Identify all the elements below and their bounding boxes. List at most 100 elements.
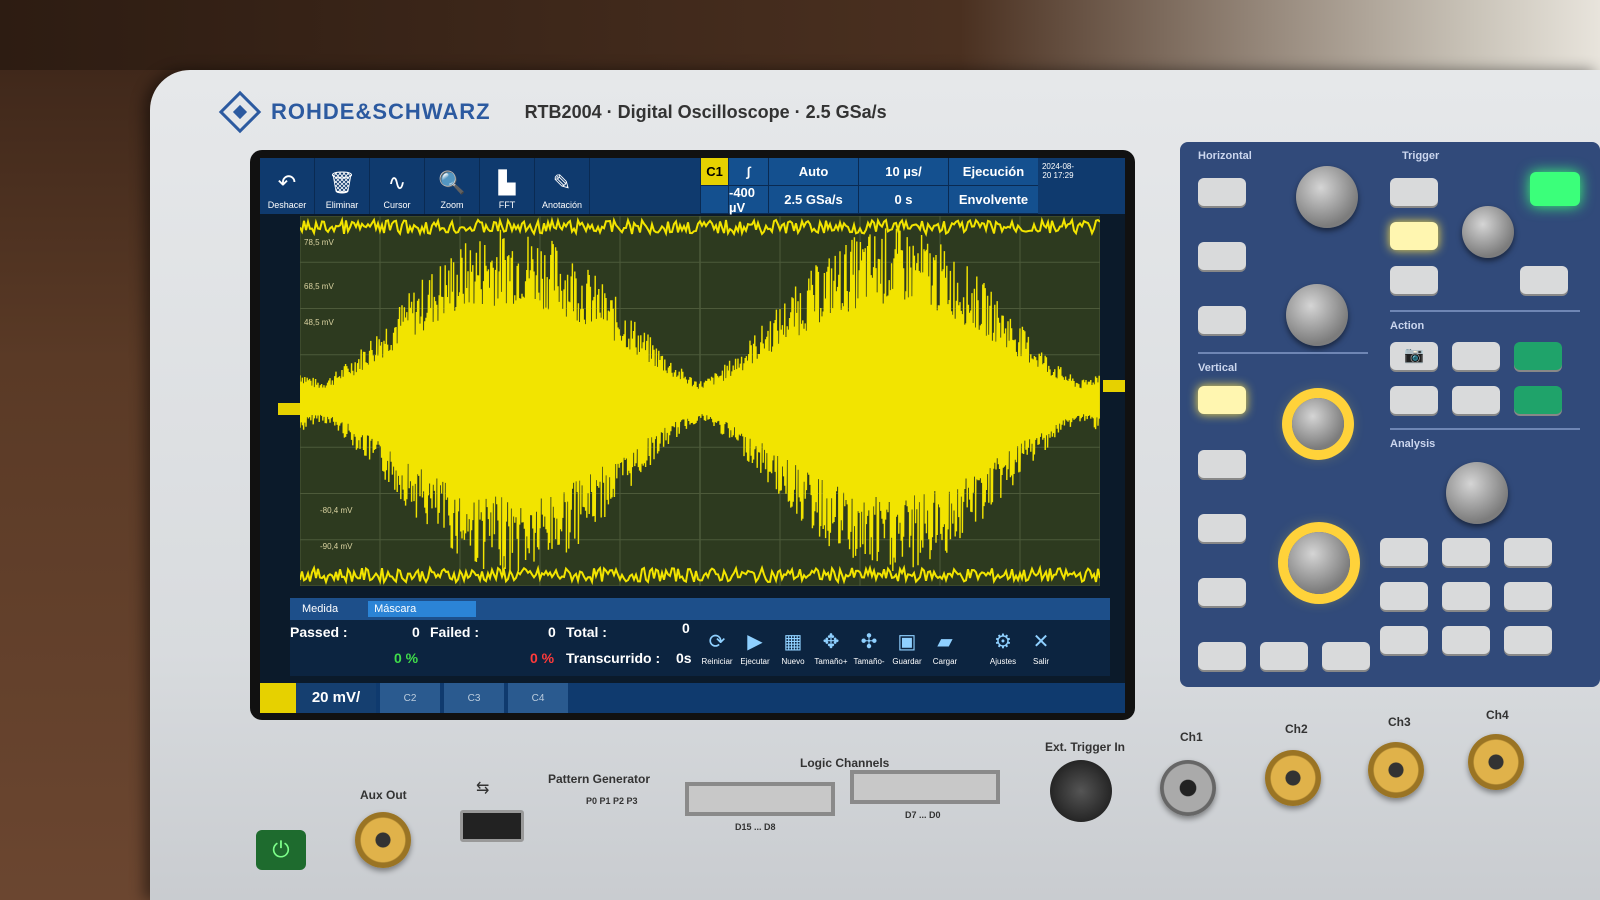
- horizontal-scale-knob[interactable]: [1286, 284, 1348, 346]
- action-key-6[interactable]: [1514, 386, 1562, 414]
- trigger-level-knob[interactable]: [1462, 206, 1514, 258]
- analysis-key-1[interactable]: [1380, 538, 1428, 566]
- ch2-key[interactable]: [1198, 450, 1246, 478]
- pattern-generator-label: Pattern Generator: [548, 772, 651, 786]
- ch1-key[interactable]: [1198, 386, 1246, 414]
- horizontal-key-2[interactable]: [1198, 242, 1246, 270]
- trigger-mode-key[interactable]: [1390, 222, 1438, 250]
- cursor-icon: ∿: [387, 170, 407, 195]
- analysis-knob[interactable]: [1446, 462, 1508, 524]
- run-stop-key[interactable]: [1530, 172, 1580, 206]
- zoom-icon: 🔍: [438, 170, 466, 195]
- touch-lock-key[interactable]: [1390, 386, 1438, 414]
- analysis-key-5[interactable]: [1442, 582, 1490, 610]
- ref-key[interactable]: [1260, 642, 1308, 670]
- logic-connector-b[interactable]: [850, 770, 1000, 804]
- generator-key[interactable]: [1442, 626, 1490, 654]
- logic-connector-a[interactable]: [685, 782, 835, 816]
- position-knob[interactable]: [1296, 166, 1358, 228]
- background-wall: [0, 0, 1600, 70]
- elapsed-value: 0s: [676, 650, 692, 666]
- timebase[interactable]: 10 µs/: [858, 158, 948, 186]
- ch3-key[interactable]: [1198, 514, 1246, 542]
- ch1-connector[interactable]: [1160, 760, 1216, 816]
- delete-button[interactable]: 🗑 Eliminar: [315, 158, 370, 214]
- waveform-plot: [300, 216, 1100, 586]
- power-button[interactable]: ⏻: [256, 830, 306, 870]
- zoom-button[interactable]: 🔍 Zoom: [425, 158, 480, 214]
- logic-key[interactable]: [1198, 642, 1246, 670]
- clear-screen-key[interactable]: [1452, 386, 1500, 414]
- horizontal-section-label: Horizontal: [1198, 150, 1252, 162]
- trigger-section-label: Trigger: [1402, 150, 1440, 162]
- new-mask-button[interactable]: ▦ Nuevo: [776, 620, 810, 666]
- channel-indicator[interactable]: C1: [700, 158, 728, 186]
- ch1-offset-marker[interactable]: [278, 403, 300, 415]
- analysis-key-4[interactable]: [1380, 582, 1428, 610]
- trigger-mode[interactable]: Auto: [768, 158, 858, 186]
- brand-name: ROHDE&SCHWARZ: [271, 99, 491, 124]
- mask-icon: ▦: [783, 631, 803, 653]
- apps-key[interactable]: [1504, 626, 1552, 654]
- exit-button[interactable]: ✕ Salir: [1024, 620, 1058, 666]
- ch4-key[interactable]: [1198, 578, 1246, 606]
- waveform-area[interactable]: 78,5 mV 68,5 mV 48,5 mV -80,4 mV -90,4 m…: [300, 216, 1100, 586]
- rs-logo-icon: [218, 90, 262, 134]
- annotation-button[interactable]: ✎ Anotación: [535, 158, 590, 214]
- math-key[interactable]: [1322, 642, 1370, 670]
- ch2-connector[interactable]: [1265, 750, 1321, 806]
- protocol-key[interactable]: [1380, 626, 1428, 654]
- ext-trigger-connector[interactable]: [1050, 760, 1112, 822]
- fft-button[interactable]: ▙ FFT: [480, 158, 535, 214]
- ch3-tab[interactable]: C3: [444, 683, 504, 713]
- force-trigger-key[interactable]: [1520, 266, 1568, 294]
- trigger-key[interactable]: [1390, 178, 1438, 206]
- datetime: 2024-08-20 17:29: [1041, 162, 1075, 180]
- power-icon: ⏻: [272, 837, 290, 862]
- reset-button[interactable]: ⟳ Reiniciar: [700, 620, 734, 666]
- passed-label: Passed :: [290, 624, 348, 640]
- ch2-tab[interactable]: C2: [380, 683, 440, 713]
- ch4-tab[interactable]: C4: [508, 683, 568, 713]
- trigger-slope[interactable]: ∫: [728, 158, 768, 186]
- vertical-position-knob[interactable]: [1292, 398, 1344, 450]
- grid-label: 78,5 mV: [304, 238, 334, 247]
- analysis-key-3[interactable]: [1504, 538, 1552, 566]
- ch4-connector-label: Ch4: [1486, 708, 1509, 722]
- analysis-key-2[interactable]: [1442, 538, 1490, 566]
- acquisition-mode[interactable]: Envolvente: [948, 186, 1038, 214]
- screenshot-key[interactable]: 📷: [1390, 342, 1438, 370]
- ch3-connector[interactable]: [1368, 742, 1424, 798]
- run-button[interactable]: ▶ Ejecutar: [738, 620, 772, 666]
- display-screen: ↶ Deshacer 🗑 Eliminar ∿ Cursor 🔍 Zoom ▙ FFT ✎…: [260, 158, 1125, 713]
- size-plus-button[interactable]: ✥ Tamaño+: [814, 620, 848, 666]
- ch1-connector-label: Ch1: [1180, 730, 1203, 744]
- failed-percent: 0 %: [530, 650, 555, 666]
- elapsed-label: Transcurrido :: [566, 650, 661, 666]
- action-key-3[interactable]: [1514, 342, 1562, 370]
- usb-port[interactable]: [460, 810, 524, 842]
- ch4-connector[interactable]: [1468, 734, 1524, 790]
- ch1-tab[interactable]: [260, 683, 296, 713]
- size-minus-button[interactable]: ✣ Tamaño-: [852, 620, 886, 666]
- tab-mask[interactable]: Máscara: [368, 601, 477, 617]
- settings-button[interactable]: ⚙ Ajustes: [986, 620, 1020, 666]
- ch1-scale[interactable]: 20 mV/: [296, 683, 376, 713]
- sample-rate[interactable]: 2.5 GSa/s: [768, 186, 858, 214]
- save-button[interactable]: ▣ Guardar: [890, 620, 924, 666]
- horizontal-key-3[interactable]: [1198, 306, 1246, 334]
- tab-measure[interactable]: Medida: [302, 603, 338, 615]
- cursor-button[interactable]: ∿ Cursor: [370, 158, 425, 214]
- analysis-key-6[interactable]: [1504, 582, 1552, 610]
- load-button[interactable]: ▰ Cargar: [928, 620, 962, 666]
- undo-button[interactable]: ↶ Deshacer: [260, 158, 315, 214]
- trigger-level-marker[interactable]: [1103, 380, 1125, 392]
- run-state[interactable]: Ejecución: [948, 158, 1038, 186]
- horizontal-position[interactable]: 0 s: [858, 186, 948, 214]
- vertical-scale-knob[interactable]: [1288, 532, 1350, 594]
- aux-out-connector[interactable]: [355, 812, 411, 868]
- auto-norm-key[interactable]: [1390, 266, 1438, 294]
- save-load-key[interactable]: [1452, 342, 1500, 370]
- zoom-key[interactable]: [1198, 178, 1246, 206]
- trigger-level[interactable]: -400 µV: [728, 185, 768, 215]
